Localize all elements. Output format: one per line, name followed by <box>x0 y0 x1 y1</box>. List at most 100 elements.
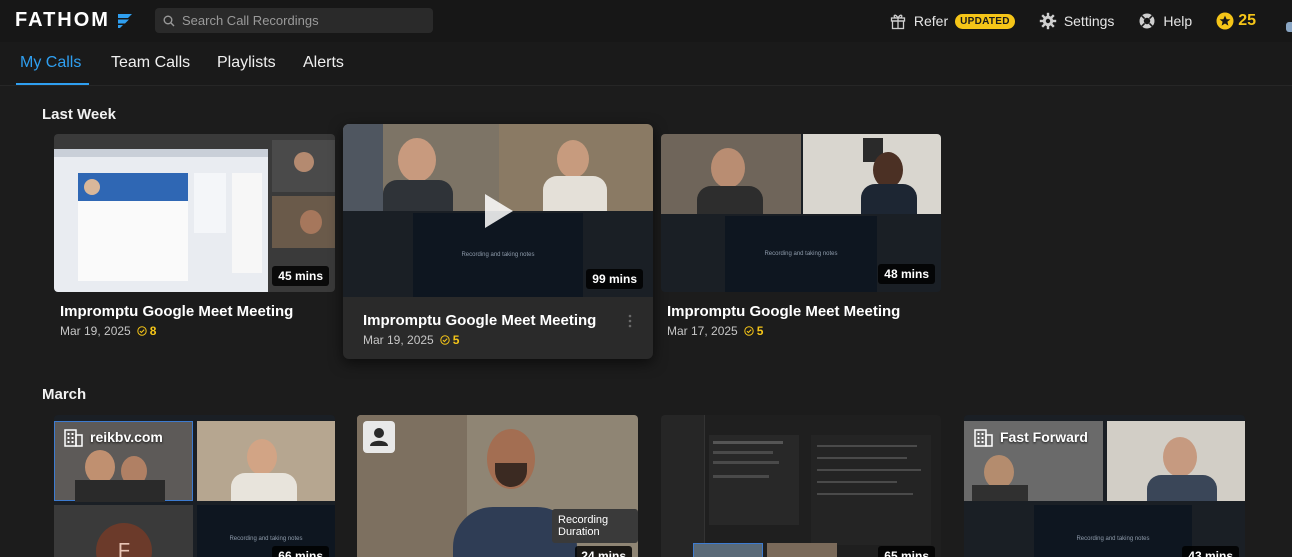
side-panel-handle[interactable] <box>1286 22 1292 32</box>
call-card[interactable]: Recording and taking notes 48 mins Impro… <box>661 134 941 344</box>
duration-badge: 65 mins <box>878 546 935 557</box>
gear-icon <box>1039 12 1057 30</box>
call-card[interactable]: Recording and taking notes Fast Forward … <box>964 415 1245 557</box>
refer-label: Refer <box>913 13 949 29</box>
duration-badge: 45 mins <box>272 266 329 286</box>
notes-text: Recording and taking notes <box>461 252 535 258</box>
points-value: 25 <box>1238 12 1256 29</box>
building-icon <box>974 429 993 447</box>
call-thumbnail[interactable]: Recording Duration 24 mins <box>357 415 638 557</box>
updated-badge: UPDATED <box>955 13 1015 29</box>
action-items-count: 8 <box>137 324 157 338</box>
refer-button[interactable]: Refer UPDATED <box>889 12 1015 30</box>
logo[interactable]: FATHOM <box>15 9 134 32</box>
call-date: Mar 19, 2025 <box>363 333 434 347</box>
notes-tile: Recording and taking notes <box>1034 505 1192 557</box>
call-meta: Mar 19, 2025 8 <box>60 324 156 338</box>
participant-tile <box>197 421 335 501</box>
call-title[interactable]: Impromptu Google Meet Meeting <box>363 312 596 329</box>
call-meta: Mar 19, 2025 5 <box>363 333 459 347</box>
active-tab-indicator <box>16 83 89 85</box>
action-items-count: 5 <box>744 324 764 338</box>
call-card[interactable]: 65 mins <box>661 415 941 557</box>
action-items-value: 8 <box>149 324 157 338</box>
participant-tile <box>343 124 499 211</box>
participant-tile <box>499 124 653 211</box>
call-card[interactable]: Recording Duration 24 mins <box>357 415 638 557</box>
screen-share-tile <box>54 149 268 292</box>
notes-text: Recording and taking notes <box>1076 536 1150 542</box>
participant-tile <box>1107 421 1245 501</box>
tab-team-calls[interactable]: Team Calls <box>111 54 190 72</box>
notes-text: Recording and taking notes <box>764 251 838 257</box>
call-title[interactable]: Impromptu Google Meet Meeting <box>60 303 293 320</box>
call-thumbnail[interactable]: Recording and taking notes Fast Forward … <box>964 415 1245 557</box>
section-title-last-week: Last Week <box>42 106 116 123</box>
search-input[interactable] <box>182 13 422 28</box>
building-icon <box>64 429 83 447</box>
action-items-value: 5 <box>452 333 460 347</box>
tab-my-calls[interactable]: My Calls <box>20 54 81 72</box>
duration-badge: 43 mins <box>1182 546 1239 557</box>
fathom-logo-icon <box>117 13 132 28</box>
participant-tile: F <box>54 505 193 557</box>
call-title[interactable]: Impromptu Google Meet Meeting <box>667 303 900 320</box>
duration-badge: 66 mins <box>272 546 329 557</box>
org-label: reikbv.com <box>62 426 163 448</box>
participant-tile <box>693 543 763 557</box>
gift-icon <box>890 14 906 30</box>
document-preview <box>811 435 931 545</box>
call-card[interactable]: F Recording and taking notes reikbv.com … <box>54 415 335 557</box>
play-icon[interactable] <box>481 192 515 230</box>
participant-tile <box>767 543 837 557</box>
section-title-march: March <box>42 386 87 403</box>
settings-label: Settings <box>1063 13 1115 29</box>
settings-button[interactable]: Settings <box>1039 12 1115 30</box>
logo-text: FATHOM <box>15 9 110 31</box>
duration-badge: 24 mins <box>575 546 632 557</box>
help-label: Help <box>1163 13 1193 29</box>
tab-bar: My Calls Team Calls Playlists Alerts <box>0 42 1292 86</box>
participant-tile <box>272 196 335 248</box>
call-thumbnail[interactable]: 65 mins <box>661 415 941 557</box>
person-icon-frame <box>363 421 395 453</box>
tab-alerts[interactable]: Alerts <box>303 54 344 72</box>
call-thumbnail[interactable]: Recording and taking notes 48 mins <box>661 134 941 292</box>
call-card-hovered[interactable]: Recording and taking notes 99 mins Impro… <box>343 124 653 359</box>
participant-tile <box>661 134 801 214</box>
call-meta: Mar 17, 2025 5 <box>667 324 763 338</box>
check-circle-icon <box>744 326 754 336</box>
call-thumbnail[interactable]: Recording and taking notes 99 mins <box>343 124 653 297</box>
call-thumbnail[interactable]: 45 mins <box>54 134 335 292</box>
duration-badge: 48 mins <box>878 264 935 284</box>
call-thumbnail[interactable]: F Recording and taking notes reikbv.com … <box>54 415 335 557</box>
action-items-count: 5 <box>440 333 460 347</box>
person-icon <box>370 428 388 446</box>
document-preview <box>709 435 799 525</box>
participant-tile <box>272 140 335 192</box>
search-icon <box>163 15 175 26</box>
help-button[interactable]: Help <box>1138 12 1192 30</box>
tab-playlists[interactable]: Playlists <box>217 54 276 72</box>
call-card[interactable]: 45 mins Impromptu Google Meet Meeting Ma… <box>54 134 335 344</box>
participant-avatar: F <box>96 523 152 557</box>
check-circle-icon <box>440 335 450 345</box>
notes-text: Recording and taking notes <box>229 536 303 542</box>
duration-badge: 99 mins <box>586 269 643 289</box>
more-options-icon[interactable] <box>627 314 633 328</box>
check-circle-icon <box>137 326 147 336</box>
star-coin-icon <box>1216 12 1234 30</box>
action-items-value: 5 <box>756 324 764 338</box>
org-name: Fast Forward <box>1000 429 1088 445</box>
sidebar-preview <box>661 415 705 557</box>
call-date: Mar 19, 2025 <box>60 324 131 338</box>
points-counter[interactable]: 25 <box>1216 12 1256 30</box>
participant-tile <box>803 134 941 214</box>
notes-tile: Recording and taking notes <box>725 216 877 292</box>
call-date: Mar 17, 2025 <box>667 324 738 338</box>
org-label: Fast Forward <box>972 426 1088 448</box>
recording-duration-tooltip: Recording Duration <box>552 509 638 543</box>
lifebuoy-icon <box>1139 13 1155 29</box>
search-bar[interactable] <box>155 8 433 33</box>
org-name: reikbv.com <box>90 429 163 445</box>
